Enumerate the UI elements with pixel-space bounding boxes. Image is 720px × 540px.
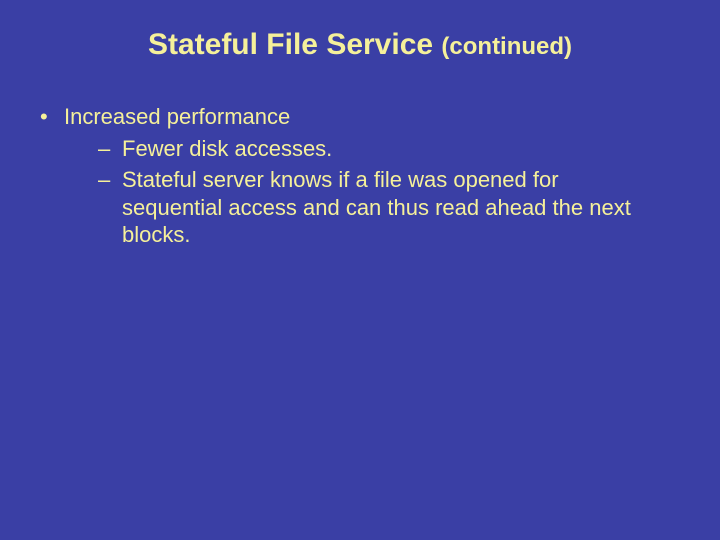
bullet-level2: Fewer disk accesses. [0,135,720,163]
bullet-text: Fewer disk accesses. [122,136,332,161]
bullet-text: Stateful server knows if a file was open… [122,167,631,247]
bullet-level1: Increased performance [0,103,720,131]
title-suffix: (continued) [441,33,572,60]
slide-body: Increased performance Fewer disk accesse… [0,103,720,249]
title-main: Stateful File Service [148,28,441,61]
slide: Stateful File Service (continued) Increa… [0,0,720,540]
bullet-text: Increased performance [64,104,290,129]
slide-title: Stateful File Service (continued) [0,0,720,61]
bullet-level2: Stateful server knows if a file was open… [0,166,720,249]
